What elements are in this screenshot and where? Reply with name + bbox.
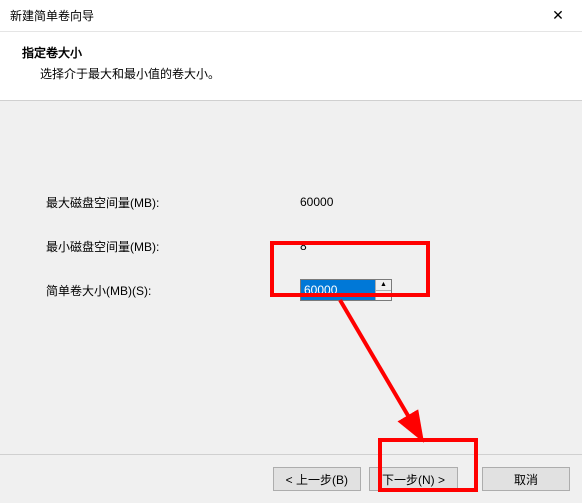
- spinner-buttons: ▲ ▼: [375, 280, 391, 300]
- min-space-value: 8: [300, 239, 307, 253]
- chevron-down-icon: ▼: [380, 292, 387, 299]
- back-button[interactable]: < 上一步(B): [273, 467, 361, 491]
- volume-size-row: 简单卷大小(MB)(S): ▲ ▼: [46, 277, 582, 303]
- spinner-down-button[interactable]: ▼: [376, 291, 391, 301]
- volume-size-spinner[interactable]: ▲ ▼: [300, 279, 392, 301]
- wizard-footer: < 上一步(B) 下一步(N) > 取消: [0, 454, 582, 503]
- wizard-header: 指定卷大小 选择介于最大和最小值的卷大小。: [0, 32, 582, 101]
- content-area: 最大磁盘空间量(MB): 60000 最小磁盘空间量(MB): 8 简单卷大小(…: [0, 101, 582, 459]
- max-space-label: 最大磁盘空间量(MB):: [46, 194, 300, 211]
- page-description: 选择介于最大和最小值的卷大小。: [22, 65, 572, 82]
- titlebar: 新建简单卷向导 ✕: [0, 0, 582, 32]
- chevron-up-icon: ▲: [380, 281, 387, 288]
- spinner-up-button[interactable]: ▲: [376, 280, 391, 291]
- min-space-row: 最小磁盘空间量(MB): 8: [46, 233, 582, 259]
- min-space-label: 最小磁盘空间量(MB):: [46, 238, 300, 255]
- volume-size-input[interactable]: [301, 280, 375, 300]
- cancel-button[interactable]: 取消: [482, 467, 570, 491]
- close-icon: ✕: [552, 7, 564, 24]
- close-button[interactable]: ✕: [538, 2, 578, 30]
- max-space-value: 60000: [300, 195, 333, 209]
- page-title: 指定卷大小: [22, 44, 572, 61]
- volume-size-label: 简单卷大小(MB)(S):: [46, 282, 300, 299]
- max-space-row: 最大磁盘空间量(MB): 60000: [46, 189, 582, 215]
- window-title: 新建简单卷向导: [10, 7, 94, 24]
- next-button[interactable]: 下一步(N) >: [369, 467, 458, 491]
